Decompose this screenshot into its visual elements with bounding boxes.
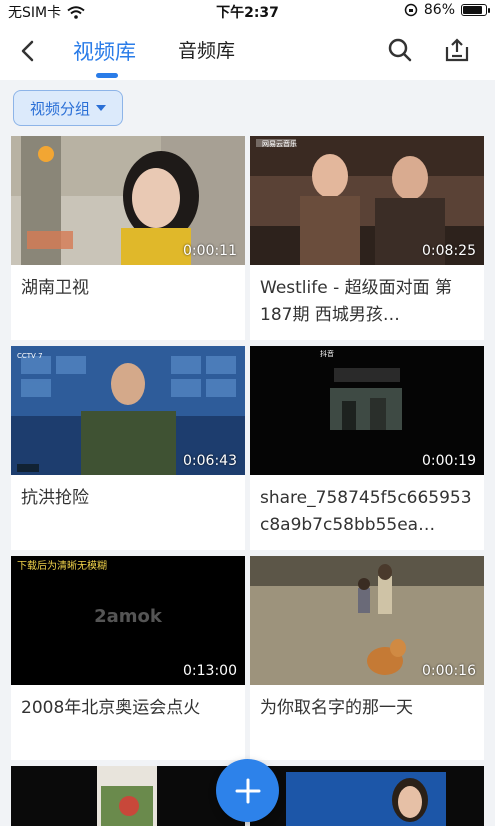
video-title: 为你取名字的那一天 (260, 698, 413, 718)
status-right: 86% (404, 2, 490, 18)
video-title: 湖南卫视 (21, 278, 89, 298)
tab-video-library[interactable]: 视频库 (73, 36, 136, 66)
video-duration: 0:08:25 (422, 243, 476, 259)
video-thumbnail: CCTV 7 0:06:43 (11, 346, 245, 475)
video-card[interactable]: 0:00:11 湖南卫视 (11, 136, 245, 340)
video-duration: 0:00:16 (422, 663, 476, 679)
battery-icon (461, 4, 490, 16)
channel-watermark: CCTV 7 (17, 352, 43, 360)
video-card[interactable]: 网易云音乐 0:08:25 Westlife - 超级面对面 第187期 西城男… (250, 136, 484, 340)
video-card[interactable]: 抖音 0:00:19 share_758745f5c665953c8a9b7c5… (250, 346, 484, 550)
video-duration: 0:00:19 (422, 453, 476, 469)
video-card[interactable] (11, 766, 245, 826)
video-thumbnail (250, 766, 484, 826)
status-bar: 无SIM卡 下午2:37 86% (0, 0, 495, 22)
video-thumbnail: 网易云音乐 0:08:25 (250, 136, 484, 265)
video-thumbnail: 下载后为清晰无模糊 2amok 0:13:00 (11, 556, 245, 685)
battery-percent: 86% (423, 2, 455, 18)
music-watermark: 网易云音乐 (262, 139, 297, 148)
tab-audio-library[interactable]: 音频库 (178, 36, 235, 63)
plus-icon (235, 778, 260, 803)
back-button[interactable] (12, 36, 42, 66)
video-card[interactable]: CCTV 7 0:06:43 抗洪抢险 (11, 346, 245, 550)
upload-button[interactable] (443, 36, 471, 64)
battery-fill (463, 6, 482, 14)
video-card[interactable]: 0:00:16 为你取名字的那一天 (250, 556, 484, 760)
video-duration: 0:13:00 (183, 663, 237, 679)
video-thumbnail: 0:00:16 (250, 556, 484, 685)
search-icon (388, 38, 412, 62)
download-notice: 下载后为清晰无模糊 (17, 559, 107, 572)
video-card[interactable] (250, 766, 484, 826)
video-duration: 0:00:11 (183, 243, 237, 259)
video-title: 抗洪抢险 (21, 488, 89, 508)
video-title: 2008年北京奥运会点火 (21, 698, 201, 718)
upload-icon (445, 38, 469, 62)
orientation-lock-icon (404, 3, 418, 17)
video-card[interactable]: 下载后为清晰无模糊 2amok 0:13:00 2008年北京奥运会点火 (11, 556, 245, 760)
search-button[interactable] (386, 36, 414, 64)
caret-down-icon (96, 105, 106, 111)
back-icon (21, 40, 34, 62)
add-video-button[interactable] (216, 759, 279, 822)
active-tab-indicator (96, 73, 118, 78)
video-thumbnail: 抖音 0:00:19 (250, 346, 484, 475)
video-group-label: 视频分组 (29, 99, 90, 118)
video-duration: 0:06:43 (183, 453, 237, 469)
video-title: Westlife - 超级面对面 第187期 西城男孩… (260, 278, 453, 325)
tiktok-watermark: 抖音 (320, 349, 334, 358)
video-thumbnail: 0:00:11 (11, 136, 245, 265)
video-title: share_758745f5c665953c8a9b7c58bb55ea… (260, 488, 472, 535)
video-watermark: 2amok (94, 606, 163, 627)
video-thumbnail (11, 766, 245, 826)
header: 视频库 音频库 (0, 22, 495, 80)
video-group-button[interactable]: 视频分组 (13, 90, 123, 126)
